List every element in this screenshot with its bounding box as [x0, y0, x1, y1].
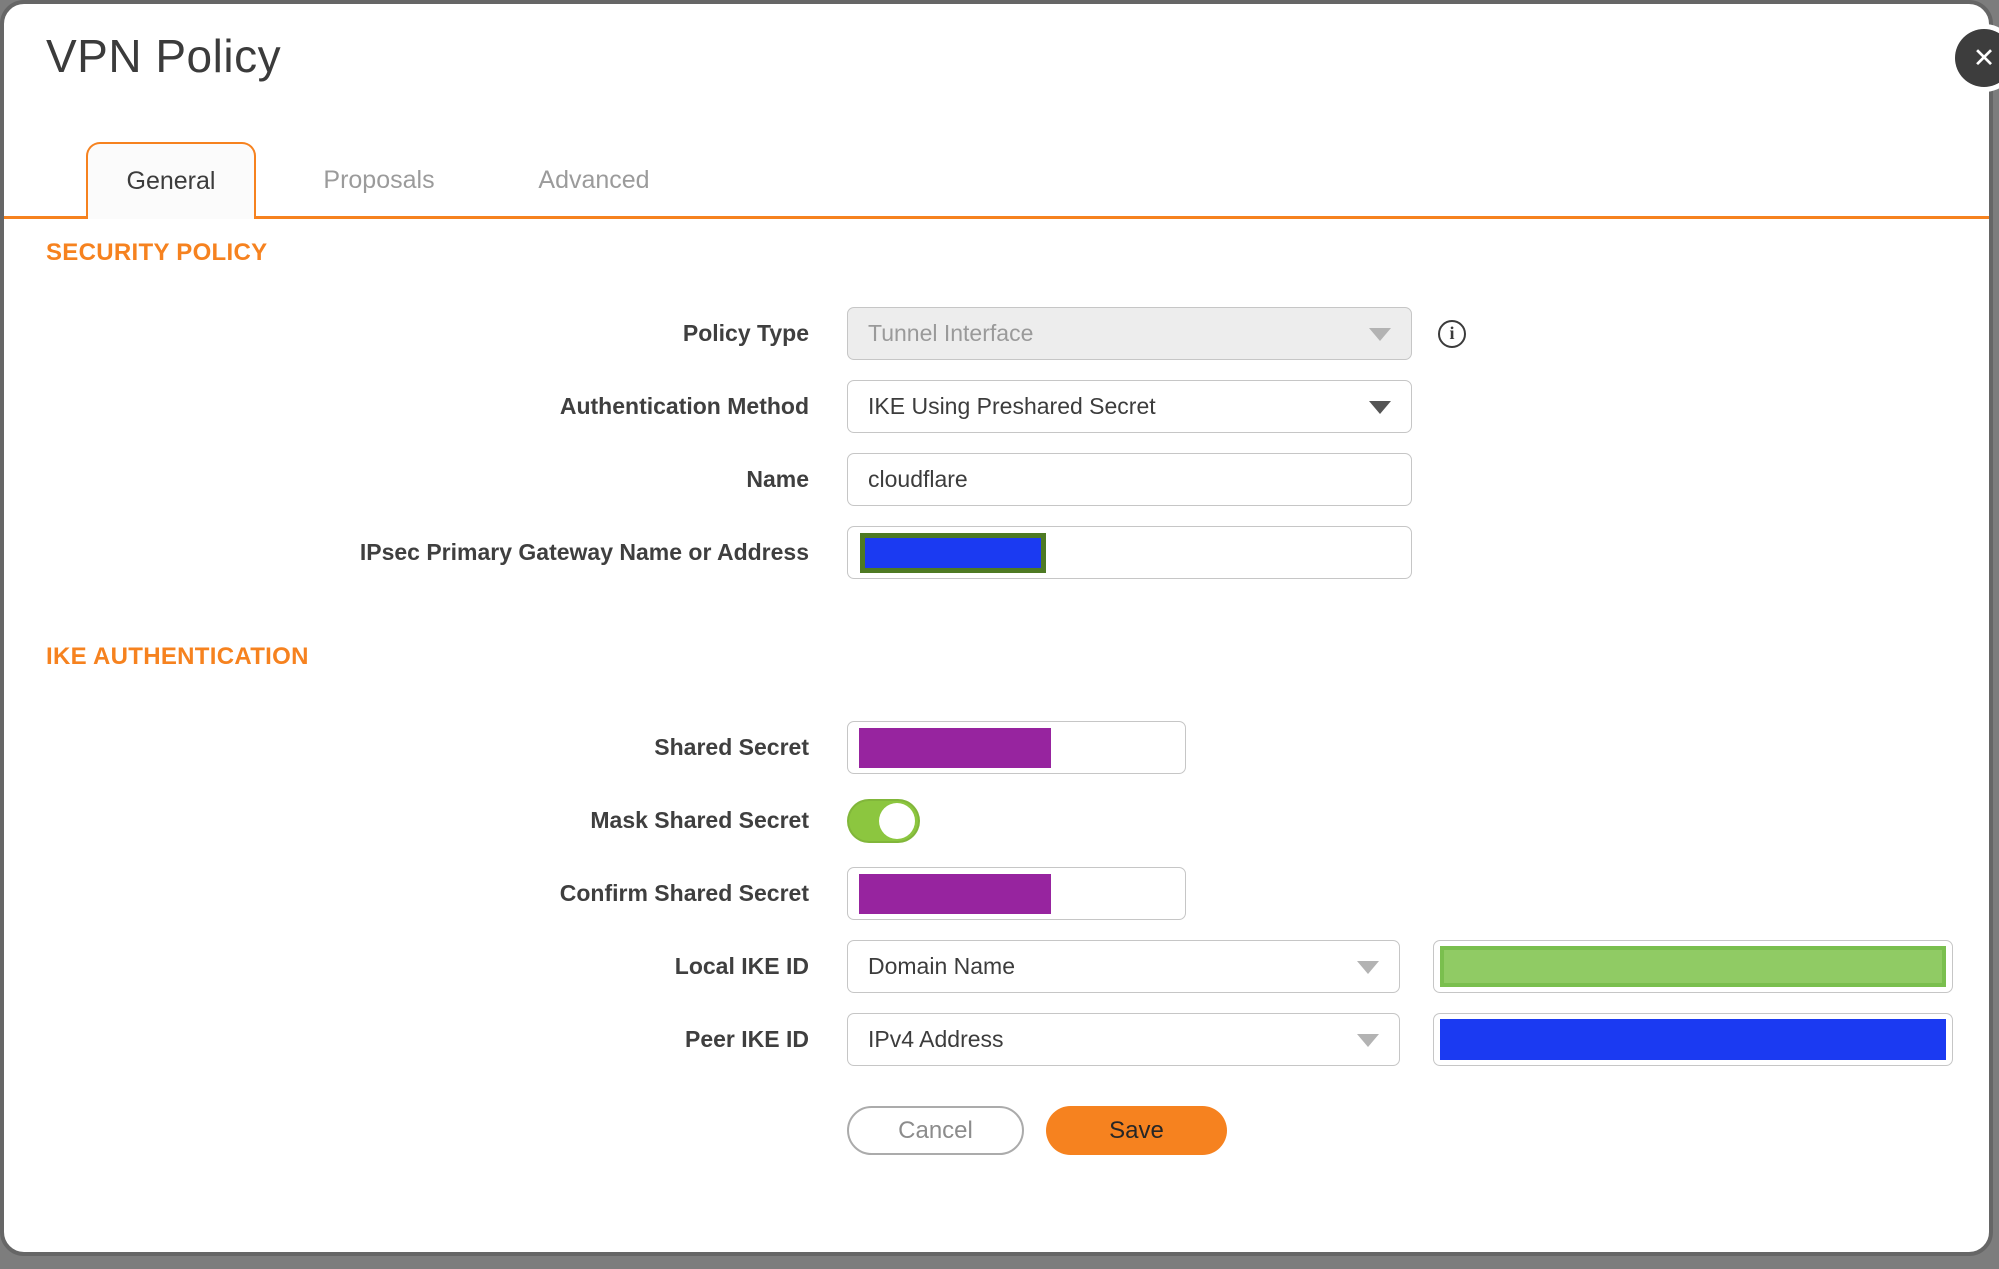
- action-buttons: Cancel Save: [847, 1106, 1989, 1155]
- policy-type-label: Policy Type: [682, 320, 809, 346]
- redaction-block: [859, 873, 1051, 914]
- field-row-name: Name cloudflare: [4, 453, 1989, 506]
- shared-secret-label: Shared Secret: [654, 734, 809, 760]
- mask-shared-secret-toggle[interactable]: [847, 798, 920, 843]
- tab-advanced-label: Advanced: [538, 166, 650, 194]
- info-icon-glyph: i: [1449, 323, 1455, 343]
- chevron-down-icon: [1369, 401, 1391, 414]
- vpn-policy-dialog: VPN Policy General Proposals Advanced SE…: [0, 0, 1993, 1256]
- redaction-block: [859, 727, 1051, 768]
- policy-type-select: Tunnel Interface: [847, 307, 1412, 360]
- section-heading-security-policy: SECURITY POLICY: [46, 239, 268, 266]
- confirm-shared-secret-label: Confirm Shared Secret: [559, 880, 809, 906]
- field-row-ipsec-primary-gateway: IPsec Primary Gateway Name or Address: [4, 526, 1989, 579]
- redaction-block: [860, 532, 1046, 573]
- name-value: cloudflare: [868, 466, 968, 492]
- info-icon[interactable]: i: [1438, 319, 1466, 348]
- tab-general-label: General: [126, 167, 216, 195]
- field-row-authentication-method: Authentication Method IKE Using Preshare…: [4, 380, 1989, 433]
- field-row-shared-secret: Shared Secret: [4, 721, 1989, 774]
- field-row-policy-type: Policy Type Tunnel Interface i: [4, 307, 1989, 360]
- tab-proposals[interactable]: Proposals: [294, 142, 464, 219]
- save-button[interactable]: Save: [1046, 1106, 1227, 1155]
- tab-advanced[interactable]: Advanced: [509, 142, 679, 219]
- authentication-method-select[interactable]: IKE Using Preshared Secret: [847, 380, 1412, 433]
- close-icon: ✕: [1955, 29, 1999, 87]
- peer-ike-id-type-select[interactable]: IPv4 Address: [847, 1013, 1400, 1066]
- field-row-confirm-shared-secret: Confirm Shared Secret: [4, 867, 1989, 920]
- field-row-mask-shared-secret: Mask Shared Secret: [4, 794, 1989, 847]
- policy-type-value: Tunnel Interface: [868, 320, 1034, 346]
- peer-ike-id-value-input[interactable]: [1433, 1013, 1953, 1066]
- tab-proposals-label: Proposals: [323, 166, 435, 194]
- local-ike-id-value-input[interactable]: [1433, 940, 1953, 993]
- name-input[interactable]: cloudflare: [847, 453, 1412, 506]
- name-label: Name: [746, 466, 809, 492]
- chevron-down-icon: [1357, 961, 1379, 974]
- redaction-block: [1440, 946, 1946, 987]
- ipsec-primary-gateway-label: IPsec Primary Gateway Name or Address: [359, 539, 809, 565]
- local-ike-id-type-value: Domain Name: [868, 953, 1015, 979]
- tab-underline: [4, 216, 1989, 219]
- cancel-button[interactable]: Cancel: [847, 1106, 1024, 1155]
- authentication-method-label: Authentication Method: [559, 393, 809, 419]
- authentication-method-value: IKE Using Preshared Secret: [868, 393, 1156, 419]
- tab-bar: General Proposals Advanced: [4, 142, 1989, 219]
- chevron-down-icon: [1369, 328, 1391, 341]
- tab-general[interactable]: General: [86, 142, 256, 219]
- shared-secret-input[interactable]: [847, 721, 1186, 774]
- mask-shared-secret-label: Mask Shared Secret: [590, 807, 809, 833]
- local-ike-id-type-select[interactable]: Domain Name: [847, 940, 1400, 993]
- peer-ike-id-type-value: IPv4 Address: [868, 1026, 1004, 1052]
- page-title: VPN Policy: [46, 30, 282, 82]
- peer-ike-id-label: Peer IKE ID: [685, 1026, 809, 1052]
- ipsec-primary-gateway-input[interactable]: [847, 526, 1412, 579]
- toggle-knob: [879, 802, 915, 839]
- section-heading-ike-authentication: IKE AUTHENTICATION: [46, 643, 309, 670]
- confirm-shared-secret-input[interactable]: [847, 867, 1186, 920]
- ike-authentication-form: Shared Secret Mask Shared Secret Confirm…: [4, 721, 1989, 1155]
- security-policy-form: Policy Type Tunnel Interface i Authentic…: [4, 307, 1989, 579]
- local-ike-id-label: Local IKE ID: [674, 953, 809, 979]
- field-row-peer-ike-id: Peer IKE ID IPv4 Address: [4, 1013, 1989, 1066]
- field-row-local-ike-id: Local IKE ID Domain Name: [4, 940, 1989, 993]
- chevron-down-icon: [1357, 1034, 1379, 1047]
- redaction-block: [1440, 1019, 1946, 1060]
